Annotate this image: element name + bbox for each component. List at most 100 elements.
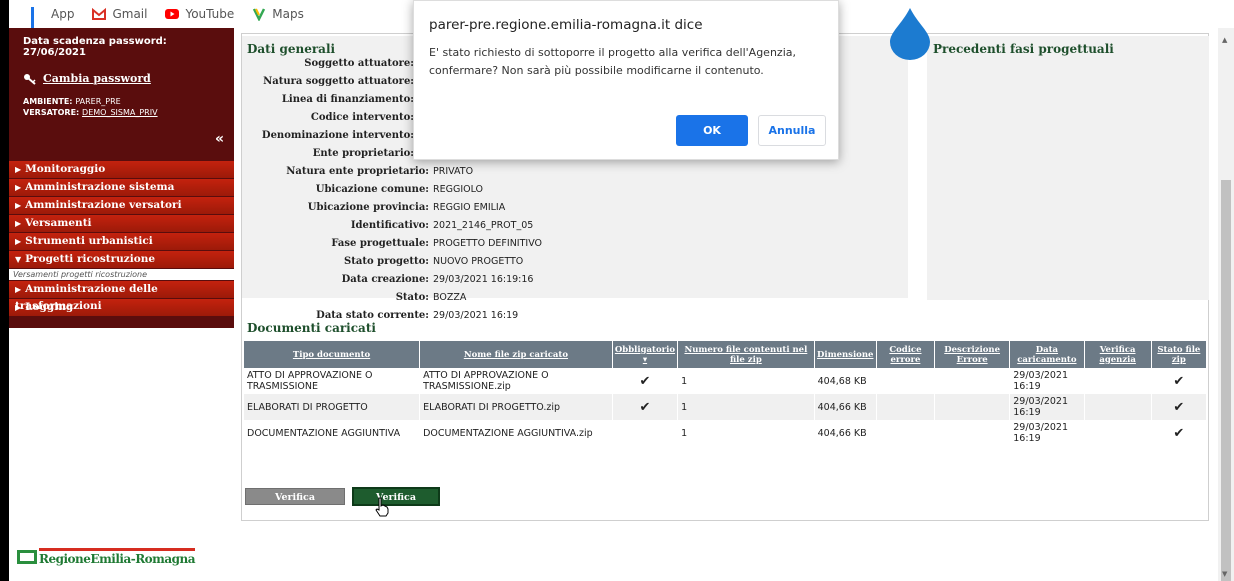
menu-item-versamenti[interactable]: ▶ Versamenti <box>9 215 234 232</box>
menu-item-amministrazione-versatori[interactable]: ▶ Amministrazione versatori <box>9 197 234 214</box>
field-label: Natura soggetto attuatore: <box>263 76 414 87</box>
field-value: NUOVO PROGETTO <box>433 256 524 267</box>
cell-obbligatorio <box>612 420 679 446</box>
field-label: Denominazione intervento: <box>261 130 414 141</box>
cell-codice <box>876 420 936 446</box>
precedenti-fasi-section: Precedenti fasi progettuali <box>927 36 1209 300</box>
cell-descrizione <box>934 420 1011 446</box>
page-scrollbar[interactable]: ▲ ▼ <box>1218 28 1234 581</box>
cell-verifica <box>1084 394 1152 420</box>
cell-numero: 1 <box>677 394 815 420</box>
verifica-agenzia-button[interactable]: Verifica agenzia <box>352 487 440 520</box>
menu-item-amministrazione-sistema[interactable]: ▶ Amministrazione sistema <box>9 179 234 196</box>
maps-icon <box>253 8 266 21</box>
cell-nome: DOCUMENTAZIONE AGGIUNTIVA.zip <box>419 420 613 446</box>
environment-info: AMBIENTE: PARER_PRE VERSATORE: DEMO_SISM… <box>23 97 224 117</box>
caret-right-icon: ▶ <box>15 302 22 312</box>
field-label: Fase progettuale: <box>331 238 429 249</box>
bookmark-label: App <box>51 7 75 21</box>
col-header-label: Obbligatorio <box>614 344 676 355</box>
field-label: Ubicazione comune: <box>315 184 429 195</box>
col-header-codice-errore[interactable]: Codice errore <box>876 341 936 368</box>
window-left-edge <box>0 0 9 581</box>
field-value: BOZZA <box>433 292 467 303</box>
caret-right-icon: ▶ <box>15 200 22 210</box>
cell-verifica <box>1084 368 1152 394</box>
cell-dimensione: 404,68 KB <box>814 368 877 394</box>
sidebar: Data scadenza password: 27/06/2021 Cambi… <box>9 28 234 328</box>
table-row: DOCUMENTAZIONE AGGIUNTIVA DOCUMENTAZIONE… <box>244 420 1208 446</box>
change-password-link[interactable]: Cambia password <box>23 72 224 85</box>
menu-item-strumenti-urbanistici[interactable]: ▶ Strumenti urbanistici <box>9 233 234 250</box>
field-label: Natura ente proprietario: <box>286 166 429 177</box>
bookmark-gmail[interactable]: Gmail <box>92 7 147 21</box>
col-header-descrizione-errore[interactable]: Descrizione Errore <box>934 341 1011 368</box>
col-header-dimensione[interactable]: Dimensione <box>814 341 877 368</box>
col-header-numero-file[interactable]: Numero file contenuti nel file zip <box>677 341 815 368</box>
field-label: Data stato corrente: <box>316 310 429 321</box>
menu-item-progetti-ricostruzione[interactable]: ▼ Progetti ricostruzione <box>9 251 234 268</box>
cell-dimensione: 404,66 KB <box>814 394 877 420</box>
col-header-nome-file[interactable]: Nome file zip caricato <box>419 341 613 368</box>
field-value: 29/03/2021 16:19 <box>433 310 519 321</box>
cell-numero: 1 <box>677 420 815 446</box>
sidebar-menu: ▶ Monitoraggio ▶ Amministrazione sistema ▶… <box>9 161 234 317</box>
bookmark-youtube[interactable]: YouTube <box>165 7 234 21</box>
field-label: Linea di finanziamento: <box>281 94 414 105</box>
col-header-verifica-agenzia[interactable]: Verifica agenzia <box>1084 341 1152 368</box>
field-value: PROGETTO DEFINITIVO <box>433 238 543 249</box>
key-icon <box>24 73 36 85</box>
field-label: Ente proprietario: <box>312 148 414 159</box>
confirm-dialog: parer-pre.regione.emilia-romagna.it dice… <box>413 0 839 160</box>
field-label: Ubicazione provincia: <box>307 202 429 213</box>
cell-tipo: ELABORATI DI PROGETTO <box>244 394 421 420</box>
col-header-data-caricamento[interactable]: Data caricamento <box>1009 341 1085 368</box>
field-value: 29/03/2021 16:19:16 <box>433 274 534 285</box>
versatore-value[interactable]: DEMO_SISMA_PRIV <box>82 108 158 117</box>
field-value: 2021_2146_PROT_05 <box>433 220 534 231</box>
youtube-icon <box>165 9 180 19</box>
bookmark-apps[interactable]: App <box>31 7 75 34</box>
bookmark-label: YouTube <box>185 7 235 21</box>
ambiente-label: AMBIENTE: <box>23 97 73 106</box>
field-label: Soggetto attuatore: <box>304 58 414 69</box>
apps-grid-icon <box>31 7 45 34</box>
ok-button[interactable]: OK <box>676 115 748 146</box>
menu-item-label: Logging <box>25 301 74 313</box>
dati-generali-title: Dati generali <box>247 42 336 56</box>
menu-item-amministrazione-trasformazioni[interactable]: ▶Amministrazione delle trasformazioni <box>9 281 234 312</box>
dialog-message: E' stato richiesto di sottoporre il prog… <box>429 46 796 77</box>
caret-right-icon: ▶ <box>15 164 22 174</box>
change-password-label: Cambia password <box>43 72 151 85</box>
caret-right-icon: ▶ <box>15 236 22 246</box>
cell-data: 29/03/2021 16:19 <box>1009 420 1085 446</box>
cell-codice <box>876 368 936 394</box>
bookmark-label: Maps <box>272 7 304 21</box>
field-label: Stato: <box>395 292 429 303</box>
scroll-down-icon[interactable]: ▼ <box>1222 570 1227 578</box>
field-label: Codice intervento: <box>310 112 414 123</box>
field-value: REGGIOLO <box>433 184 484 195</box>
col-header-obbligatorio[interactable]: Obbligatorio ▾ <box>612 341 679 368</box>
col-header-tipo-documento[interactable]: Tipo documento <box>244 341 421 368</box>
caret-right-icon: ▶ <box>15 218 22 228</box>
dialog-title: parer-pre.regione.emilia-romagna.it dice <box>429 17 703 33</box>
caret-right-icon: ▶ <box>15 182 22 192</box>
cell-codice <box>876 394 936 420</box>
menu-item-monitoraggio[interactable]: ▶ Monitoraggio <box>9 161 234 178</box>
menu-item-label: Progetti ricostruzione <box>25 253 156 265</box>
collapse-sidebar-button[interactable]: « <box>215 131 224 147</box>
scroll-thumb[interactable] <box>1221 180 1231 581</box>
menu-item-logging[interactable]: ▶ Logging <box>9 299 234 316</box>
submenu-item-versamenti-progetti[interactable]: Versamenti progetti ricostruzione <box>9 269 234 280</box>
bookmark-maps[interactable]: Maps <box>252 7 304 21</box>
col-header-stato-file[interactable]: Stato file zip <box>1151 341 1208 368</box>
cancel-button[interactable]: Annulla <box>758 115 826 146</box>
field-label: Data creazione: <box>341 274 429 285</box>
menu-item-label: Monitoraggio <box>25 163 106 175</box>
regione-logo-text: RegioneEmilia-Romagna <box>39 548 196 566</box>
regione-logo: RegioneEmilia-Romagna <box>17 548 196 566</box>
scroll-up-icon[interactable]: ▲ <box>1222 36 1227 44</box>
check-icon: ✔ <box>612 368 679 394</box>
verifica-documenti-button[interactable]: Verifica documenti <box>245 488 345 520</box>
